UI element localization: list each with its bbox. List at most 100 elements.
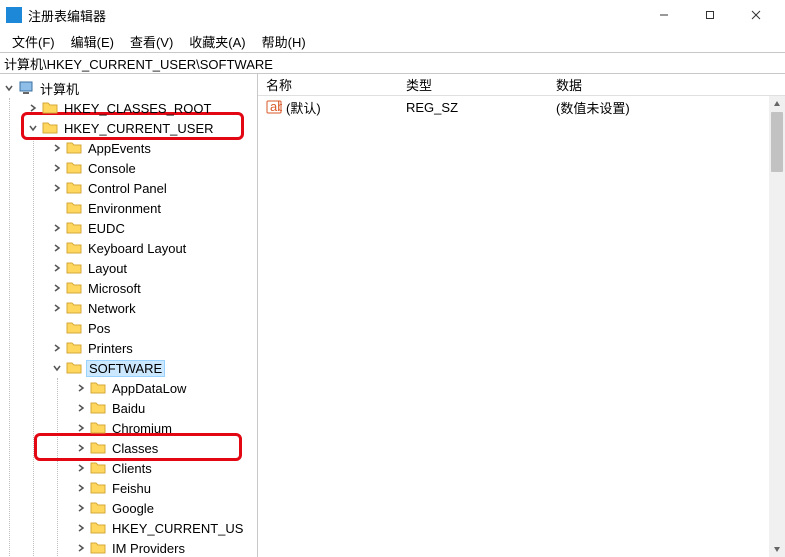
expand-toggle[interactable]: [50, 161, 64, 175]
expand-toggle[interactable]: [26, 101, 40, 115]
folder-icon: [42, 120, 58, 136]
node-label: Feishu: [110, 481, 153, 496]
expand-toggle[interactable]: [74, 461, 88, 475]
expand-toggle[interactable]: [74, 421, 88, 435]
expand-toggle[interactable]: [74, 381, 88, 395]
folder-icon: [66, 280, 82, 296]
folder-icon: [90, 520, 106, 536]
address-bar[interactable]: 计算机\HKEY_CURRENT_USER\SOFTWARE: [0, 52, 785, 74]
expand-toggle[interactable]: [50, 181, 64, 195]
menu-help[interactable]: 帮助(H): [254, 30, 314, 53]
folder-icon: [18, 80, 34, 96]
tree-node-hkcr[interactable]: HKEY_CLASSES_ROOT: [26, 98, 257, 118]
tree-node-software-child-7[interactable]: HKEY_CURRENT_US: [74, 518, 257, 538]
node-label: HKEY_CLASSES_ROOT: [62, 101, 213, 116]
tree-node-hkcu-child-10[interactable]: Printers: [50, 338, 257, 358]
tree-node-software-child-5[interactable]: Feishu: [74, 478, 257, 498]
node-label: 计算机: [38, 79, 81, 98]
svg-text:ab: ab: [270, 99, 282, 114]
node-label: Environment: [86, 201, 163, 216]
expand-toggle[interactable]: [2, 81, 16, 95]
tree-node-software-child-6[interactable]: Google: [74, 498, 257, 518]
expand-toggle[interactable]: [74, 501, 88, 515]
value-data: (数值未设置): [556, 98, 630, 117]
folder-icon: [90, 480, 106, 496]
node-label: Control Panel: [86, 181, 169, 196]
expand-toggle[interactable]: [50, 281, 64, 295]
node-label: EUDC: [86, 221, 127, 236]
menu-view[interactable]: 查看(V): [122, 30, 181, 53]
column-name[interactable]: 名称: [258, 73, 398, 96]
expand-toggle[interactable]: [50, 301, 64, 315]
expand-toggle[interactable]: [74, 401, 88, 415]
expand-toggle[interactable]: [50, 141, 64, 155]
app-icon: [6, 7, 22, 23]
tree-node-software-child-8[interactable]: IM Providers: [74, 538, 257, 557]
node-label: Network: [86, 301, 138, 316]
expand-toggle[interactable]: [50, 201, 64, 215]
tree-node-hkcu-child-3[interactable]: Environment: [50, 198, 257, 218]
tree-node-hkcu-child-9[interactable]: Pos: [50, 318, 257, 338]
maximize-button[interactable]: [687, 0, 733, 30]
address-path: 计算机\HKEY_CURRENT_USER\SOFTWARE: [4, 54, 273, 73]
expand-toggle[interactable]: [74, 521, 88, 535]
tree-node-hkcu-child-0[interactable]: AppEvents: [50, 138, 257, 158]
node-label: IM Providers: [110, 541, 187, 556]
scrollbar-up-icon[interactable]: [769, 96, 785, 112]
expand-toggle[interactable]: [50, 221, 64, 235]
tree-node-hkcu-child-4[interactable]: EUDC: [50, 218, 257, 238]
value-row[interactable]: ab (默认) REG_SZ (数值未设置): [258, 96, 785, 118]
tree-pane: 计算机 HKEY_CLASSES_ROOT HKEY_CURRENT_USER App…: [0, 74, 258, 557]
expand-toggle[interactable]: [50, 261, 64, 275]
expand-toggle[interactable]: [26, 121, 40, 135]
folder-icon: [90, 500, 106, 516]
folder-icon: [90, 380, 106, 396]
folder-icon: [66, 320, 82, 336]
expand-toggle[interactable]: [50, 341, 64, 355]
tree-node-software-child-4[interactable]: Clients: [74, 458, 257, 478]
expand-toggle[interactable]: [74, 441, 88, 455]
tree-node-software-child-1[interactable]: Baidu: [74, 398, 257, 418]
node-label: Chromium: [110, 421, 174, 436]
tree-node-software[interactable]: SOFTWARE: [50, 358, 257, 378]
registry-tree[interactable]: 计算机 HKEY_CLASSES_ROOT HKEY_CURRENT_USER App…: [0, 78, 257, 557]
tree-node-hkcu-child-6[interactable]: Layout: [50, 258, 257, 278]
tree-node-hkcu-child-8[interactable]: Network: [50, 298, 257, 318]
values-scrollbar[interactable]: [769, 96, 785, 557]
node-label: Keyboard Layout: [86, 241, 188, 256]
node-label: SOFTWARE: [86, 360, 165, 377]
tree-node-software-child-3[interactable]: Classes: [74, 438, 257, 458]
menu-favorites[interactable]: 收藏夹(A): [181, 30, 253, 53]
minimize-button[interactable]: [641, 0, 687, 30]
expand-toggle[interactable]: [50, 241, 64, 255]
tree-node-hkcu[interactable]: HKEY_CURRENT_USER: [26, 118, 257, 138]
node-label: Printers: [86, 341, 135, 356]
tree-node-computer[interactable]: 计算机: [2, 78, 257, 98]
tree-node-software-child-2[interactable]: Chromium: [74, 418, 257, 438]
tree-node-hkcu-child-5[interactable]: Keyboard Layout: [50, 238, 257, 258]
scrollbar-thumb[interactable]: [771, 112, 783, 172]
menu-file[interactable]: 文件(F): [4, 30, 63, 53]
menu-edit[interactable]: 编辑(E): [63, 30, 122, 53]
column-data[interactable]: 数据: [548, 73, 785, 96]
tree-node-hkcu-child-2[interactable]: Control Panel: [50, 178, 257, 198]
folder-icon: [66, 300, 82, 316]
node-label: Console: [86, 161, 138, 176]
expand-toggle[interactable]: [74, 541, 88, 555]
expand-toggle[interactable]: [50, 361, 64, 375]
folder-icon: [66, 240, 82, 256]
expand-toggle[interactable]: [74, 481, 88, 495]
tree-node-hkcu-child-1[interactable]: Console: [50, 158, 257, 178]
tree-node-hkcu-child-7[interactable]: Microsoft: [50, 278, 257, 298]
close-button[interactable]: [733, 0, 779, 30]
node-label: Google: [110, 501, 156, 516]
folder-icon: [90, 460, 106, 476]
node-label: Baidu: [110, 401, 147, 416]
tree-node-software-child-0[interactable]: AppDataLow: [74, 378, 257, 398]
node-label: AppEvents: [86, 141, 153, 156]
expand-toggle[interactable]: [50, 321, 64, 335]
value-rows: ab (默认) REG_SZ (数值未设置): [258, 96, 785, 557]
folder-icon: [90, 540, 106, 556]
column-type[interactable]: 类型: [398, 73, 548, 96]
scrollbar-down-icon[interactable]: [769, 541, 785, 557]
